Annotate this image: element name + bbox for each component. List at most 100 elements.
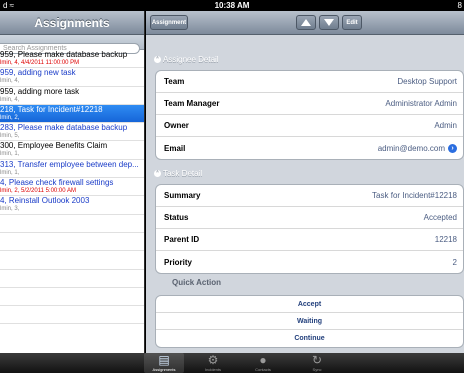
list-item-title: 218, Task for Incident#12218	[0, 104, 103, 114]
tab-bar: ▤ Assignments ⚙ Incidents ● Contacts ↻ S…	[0, 353, 464, 373]
list-item-title: 4, Please check firewall settings	[0, 178, 114, 188]
row-label: Email	[164, 143, 186, 153]
list-item-subtitle: lmin, 1,	[0, 151, 20, 158]
task-detail-group: Summary Task for Incident#12218 Status A…	[155, 184, 464, 274]
battery-indicator: 8	[457, 1, 462, 10]
tab-label: Incidents	[204, 367, 221, 372]
row-label: Status	[164, 213, 189, 222]
detail-pane: Assignment Edit ⌃ Assignee Detail Team D…	[146, 11, 464, 353]
row-label: Parent ID	[164, 235, 200, 244]
edit-button[interactable]: Edit	[342, 15, 362, 30]
list-item-subtitle: lmin, 4, 4/4/2011 11:00:00 PM	[0, 60, 80, 66]
page-title: Assignments	[34, 15, 110, 30]
row-label: Owner	[164, 121, 189, 130]
assignments-header: Assignments	[0, 11, 144, 35]
empty-row	[0, 306, 144, 325]
list-item[interactable]: 959, adding new task lmin, 4,	[0, 68, 144, 87]
assignee-detail-group: Team Desktop Support Team Manager Admini…	[155, 70, 464, 160]
list-item[interactable]: 959, Please make database backup lmin, 4…	[0, 50, 144, 69]
tab-label: Assignments	[152, 367, 176, 372]
detail-row-email[interactable]: Email admin@demo.com ›	[156, 137, 463, 159]
list-item-title: 313, Transfer employee between dep...	[0, 159, 139, 169]
detail-row-owner: Owner Admin	[156, 115, 463, 137]
list-item-subtitle: lmin, 2,	[0, 114, 20, 121]
row-value: Administrator Admin	[385, 99, 457, 108]
collapse-icon: ⌃	[154, 56, 161, 63]
quick-action-label: Quick Action	[172, 278, 222, 287]
detail-toolbar: Assignment Edit	[146, 11, 464, 35]
row-value: Desktop Support	[397, 77, 457, 86]
list-item[interactable]: 959, adding more task lmin, 4,	[0, 87, 144, 105]
empty-row	[0, 270, 144, 288]
row-label: Priority	[164, 257, 193, 267]
detail-row-team-manager: Team Manager Administrator Admin	[156, 93, 463, 115]
clock: 10:38 AM	[214, 1, 250, 10]
tab-contacts[interactable]: ● Contacts	[243, 353, 283, 373]
list-item[interactable]: 283, Please make database backup lmin, 5…	[0, 123, 144, 142]
row-value: 2	[452, 257, 457, 267]
list-item-subtitle: lmin, 5,	[0, 133, 20, 140]
list-item-title: 959, adding more task	[0, 86, 80, 96]
status-bar: d ≈ 10:38 AM 8	[0, 0, 464, 11]
tab-assignments[interactable]: ▤ Assignments	[144, 353, 184, 373]
tab-label: Sync	[312, 367, 322, 372]
collapse-icon: ⌃	[154, 170, 161, 177]
detail-row-parent-id: Parent ID 12218	[156, 229, 463, 251]
continue-button[interactable]: Continue	[156, 330, 463, 347]
detail-row-team: Team Desktop Support	[156, 71, 463, 93]
assignments-icon: ▤	[158, 353, 170, 367]
assignment-button[interactable]: Assignment	[150, 15, 188, 30]
row-value-wrap: admin@demo.com ›	[377, 143, 457, 153]
arrow-down-icon	[324, 19, 334, 26]
tab-sync[interactable]: ↻ Sync	[297, 353, 337, 373]
row-label: Summary	[164, 191, 201, 200]
detail-row-priority: Priority 2	[156, 251, 463, 273]
assignee-section-toggle[interactable]: ⌃ Assignee Detail	[154, 55, 219, 64]
search-bar	[0, 35, 144, 54]
list-item-subtitle: lmin, 4,	[0, 78, 20, 85]
person-icon: ●	[259, 353, 267, 367]
empty-row	[0, 215, 144, 233]
list-item-title: 4, Reinstall Outlook 2003	[0, 196, 90, 206]
previous-button[interactable]	[296, 15, 316, 30]
empty-row	[0, 251, 144, 270]
list-item-subtitle: lmin, 2, 5/2/2011 5:00:00 AM	[0, 188, 76, 195]
tab-incidents[interactable]: ⚙ Incidents	[193, 353, 233, 373]
row-value: Admin	[434, 121, 457, 130]
empty-row	[0, 288, 144, 307]
list-item-subtitle: lmin, 4,	[0, 96, 20, 103]
accept-button[interactable]: Accept	[156, 296, 463, 313]
list-item[interactable]: 300, Employee Benefits Claim lmin, 1,	[0, 141, 144, 160]
list-item[interactable]: 4, Please check firewall settings lmin, …	[0, 178, 144, 197]
tab-label: Contacts	[255, 367, 271, 372]
row-value: Accepted	[423, 213, 457, 222]
assignments-pane: Assignments 959, Please make database ba…	[0, 11, 145, 353]
gears-icon: ⚙	[207, 353, 219, 367]
sync-icon: ↻	[311, 353, 323, 367]
list-item-subtitle: lmin, 1,	[0, 169, 20, 176]
quick-action-group: Accept Waiting Continue	[155, 295, 464, 348]
row-label: Team	[164, 77, 185, 86]
task-section-toggle[interactable]: ⌃ Task Detail	[154, 169, 202, 178]
list-item-title: 283, Please make database backup	[0, 123, 128, 133]
row-value: admin@demo.com	[377, 143, 445, 153]
empty-row	[0, 233, 144, 252]
list-item-selected[interactable]: 218, Task for Incident#12218 lmin, 2,	[0, 104, 144, 124]
chevron-right-icon[interactable]: ›	[448, 143, 457, 153]
list-item[interactable]: 313, Transfer employee between dep... lm…	[0, 159, 144, 179]
section-title: Task Detail	[163, 169, 203, 178]
row-value: Task for Incident#12218	[372, 191, 457, 200]
row-value: 12218	[434, 235, 457, 244]
list-item[interactable]: 4, Reinstall Outlook 2003 lmin, 3,	[0, 196, 144, 215]
assignment-list: 959, Please make database backup lmin, 4…	[0, 50, 144, 325]
row-label: Team Manager	[164, 99, 220, 108]
section-title: Assignee Detail	[163, 55, 219, 64]
arrow-up-icon	[301, 19, 311, 26]
list-item-title: 959, Please make database backup	[0, 50, 128, 59]
list-item-subtitle: lmin, 3,	[0, 206, 20, 213]
detail-row-summary: Summary Task for Incident#12218	[156, 185, 463, 207]
list-item-title: 959, adding new task	[0, 68, 76, 78]
next-button[interactable]	[319, 15, 339, 30]
detail-row-status: Status Accepted	[156, 207, 463, 229]
waiting-button[interactable]: Waiting	[156, 313, 463, 330]
